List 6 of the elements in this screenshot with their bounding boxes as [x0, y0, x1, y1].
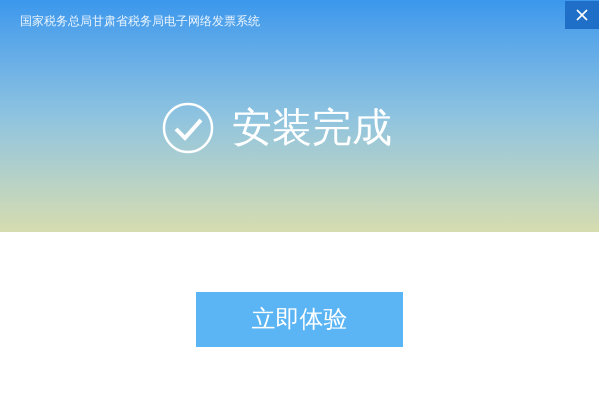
close-icon: [576, 9, 588, 21]
check-circle-icon: [162, 102, 214, 154]
close-button[interactable]: [565, 1, 599, 29]
start-button[interactable]: 立即体验: [196, 292, 403, 347]
window-title: 国家税务总局甘肃省税务局电子网络发票系统: [20, 13, 260, 29]
completion-heading: 安装完成: [232, 105, 392, 152]
